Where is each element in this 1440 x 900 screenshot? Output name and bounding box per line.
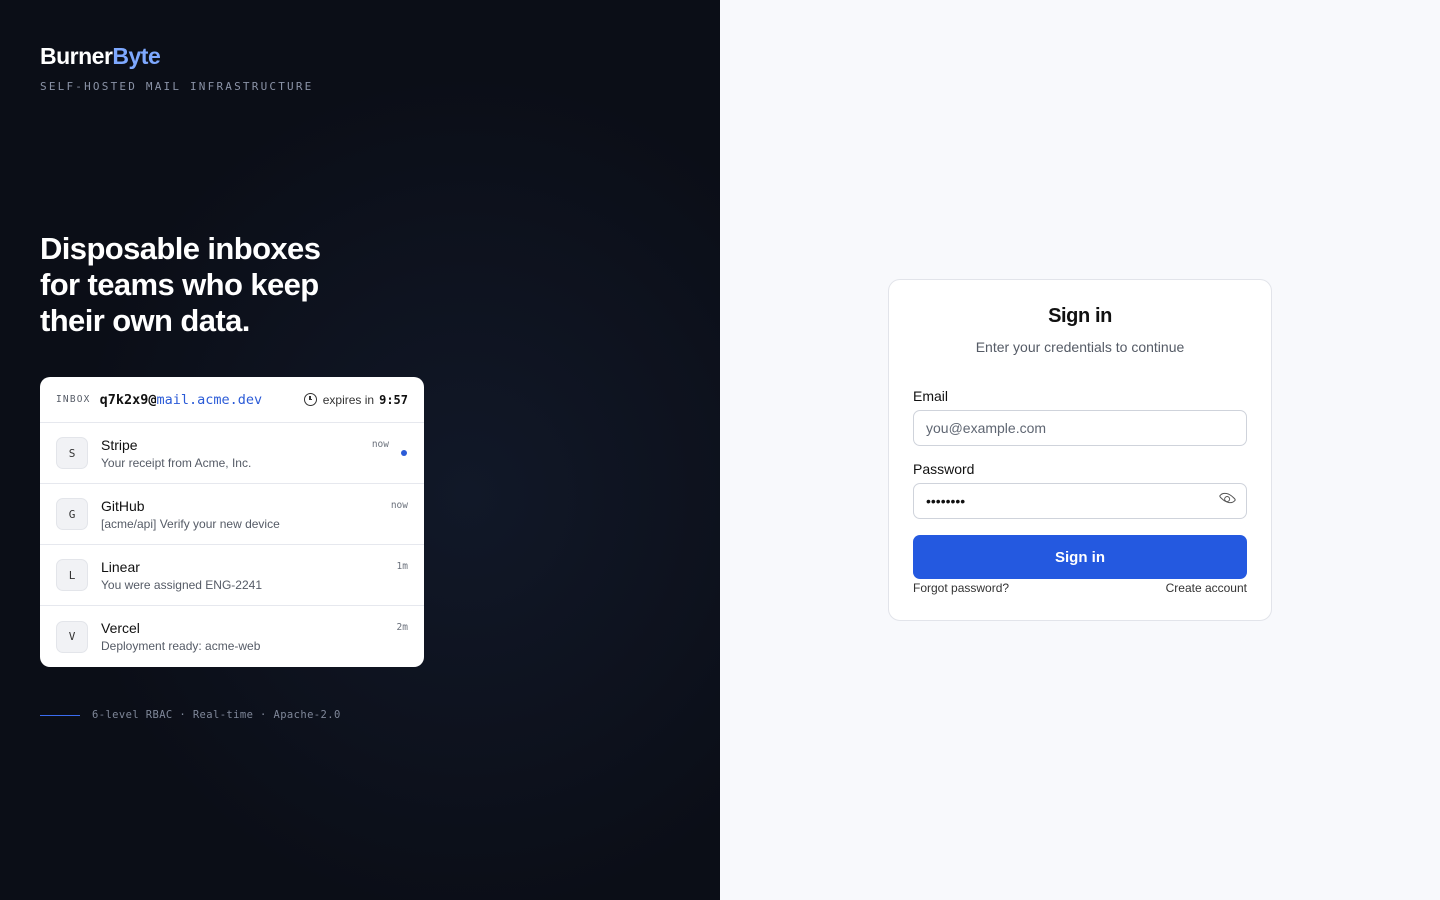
sender-avatar: G <box>56 498 88 530</box>
message-sender: Stripe <box>101 436 138 453</box>
email-field[interactable] <box>913 410 1247 446</box>
create-account-link[interactable]: Create account <box>1166 581 1247 595</box>
inbox-label: INBOX <box>56 394 91 405</box>
message-row: L Linear You were assigned ENG-2241 1m <box>40 545 424 606</box>
message-text: Linear You were assigned ENG-2241 <box>101 559 262 592</box>
signin-links: Forgot password? Create account <box>913 581 1247 595</box>
signin-card: Sign in Enter your credentials to contin… <box>888 279 1272 621</box>
message-row: V Vercel Deployment ready: acme-web 2m <box>40 606 424 667</box>
message-row: S Stripe Your receipt from Acme, Inc. no… <box>40 423 424 484</box>
email-label: Email <box>913 388 949 404</box>
inbox-expiry: expires in 9:57 <box>303 392 408 407</box>
inbox-address-local: q7k2x9@ <box>99 391 157 408</box>
expires-timer: 9:57 <box>379 392 408 407</box>
expires-label: expires in <box>322 392 375 407</box>
message-text: GitHub [acme/api] Verify your new device <box>101 498 280 531</box>
brand-tagline: SELF-HOSTED MAIL INFRASTRUCTURE <box>40 80 314 93</box>
unread-indicator <box>401 450 407 456</box>
message-sender: Linear <box>101 558 140 575</box>
password-label: Password <box>913 461 975 477</box>
brand-panel: BurnerByte SELF-HOSTED MAIL INFRASTRUCTU… <box>0 0 720 900</box>
message-text: Stripe Your receipt from Acme, Inc. <box>101 437 251 470</box>
message-row: G GitHub [acme/api] Verify your new devi… <box>40 484 424 545</box>
message-subject: You were assigned ENG-2241 <box>101 577 262 592</box>
forgot-password-link[interactable]: Forgot password? <box>913 581 1009 595</box>
signin-subtitle: Enter your credentials to continue <box>975 339 1185 355</box>
message-subject: Your receipt from Acme, Inc. <box>101 455 252 470</box>
message-subject: [acme/api] Verify your new device <box>101 516 280 531</box>
hero-line-2: for teams who keep <box>40 267 319 302</box>
brand-name-accent: Byte <box>112 43 161 69</box>
password-field[interactable] <box>913 483 1247 519</box>
inbox-address: q7k2x9@mail.acme.dev <box>100 392 263 408</box>
clock-icon <box>303 393 317 406</box>
message-sender: Vercel <box>101 620 140 636</box>
message-sender: GitHub <box>101 497 145 514</box>
message-time: now <box>390 500 408 511</box>
message-subject: Deployment ready: acme-web <box>101 639 261 653</box>
message-text: Vercel Deployment ready: acme-web <box>101 620 260 653</box>
signin-title: Sign in <box>1048 305 1112 327</box>
sender-avatar: L <box>56 559 88 591</box>
hero-heading: Disposable inboxes for teams who keep th… <box>40 231 460 339</box>
inbox-address-domain: mail.acme.dev <box>156 391 263 408</box>
signin-panel: Sign in Enter your credentials to contin… <box>720 0 1440 900</box>
brand-logo: BurnerByte <box>40 43 161 70</box>
brand-name-primary: Burner <box>40 43 113 69</box>
footer-divider <box>40 714 80 716</box>
hero-line-3: their own data. <box>40 303 250 338</box>
inbox-preview: INBOX q7k2x9@mail.acme.dev expires in 9:… <box>40 377 424 667</box>
message-time: now <box>371 439 389 450</box>
sender-avatar: V <box>56 620 88 653</box>
message-time: 1m <box>396 561 408 572</box>
sender-avatar: S <box>56 437 88 469</box>
password-wrapper <box>913 477 1247 519</box>
signin-button[interactable]: Sign in <box>913 535 1247 579</box>
message-time: 2m <box>396 622 408 633</box>
inbox-header: INBOX q7k2x9@mail.acme.dev expires in 9:… <box>40 377 424 423</box>
feature-footer: 6-level RBAC · Real-time · Apache-2.0 <box>40 709 341 721</box>
hero-line-1: Disposable inboxes <box>40 231 321 266</box>
footer-features: 6-level RBAC · Real-time · Apache-2.0 <box>92 709 341 721</box>
